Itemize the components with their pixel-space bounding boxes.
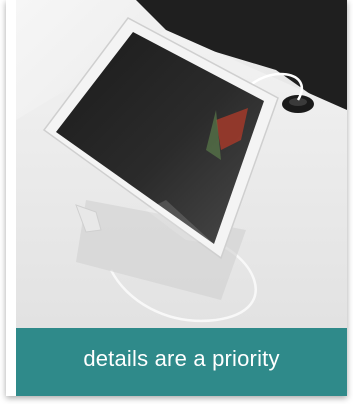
caption-text: details are a priority [83,346,280,371]
caption-bar: details are a priority [16,328,347,396]
feature-card: details are a priority [6,0,347,396]
product-photo [16,0,347,328]
